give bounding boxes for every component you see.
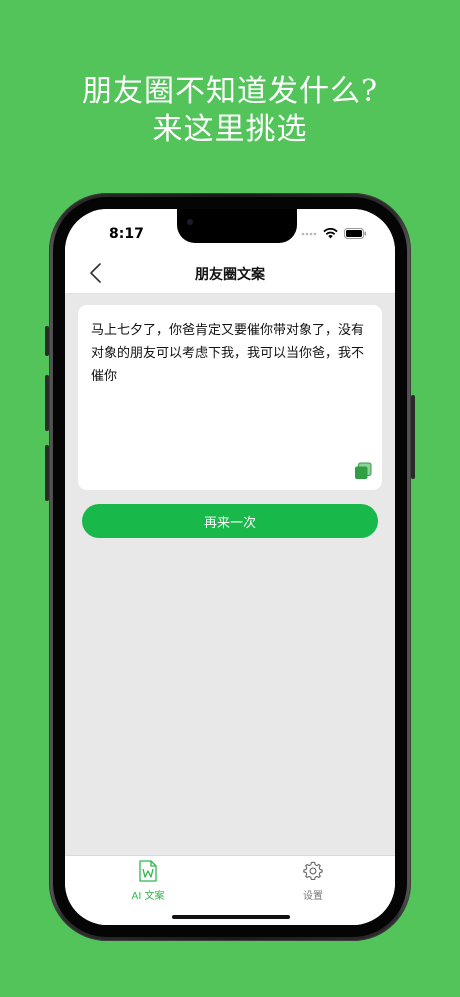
tab-label-ai: AI 文案 — [131, 891, 165, 902]
power-button — [411, 395, 415, 479]
tab-settings[interactable]: 设置 — [273, 860, 353, 902]
copywriting-text: 马上七夕了，你爸肯定又要催你带对象了，没有对象的朋友可以考虑下我，我可以当你爸，… — [91, 323, 365, 384]
copy-icon[interactable] — [354, 462, 372, 480]
mute-switch — [45, 326, 49, 356]
front-camera — [187, 219, 193, 225]
phone-screen: 8:17 朋友圈文案 马上七夕了，你爸肯定又要催你带对象了，没有对象的朋友可以考… — [65, 209, 395, 925]
home-indicator — [172, 915, 290, 919]
status-icons — [301, 228, 367, 239]
tab-bar: AI 文案 设置 — [65, 855, 395, 925]
promo-headline-2: 来这里挑选 — [152, 112, 308, 147]
page-title: 朋友圈文案 — [195, 267, 265, 283]
status-time: 8:17 — [109, 226, 144, 242]
camera-notch — [177, 209, 297, 243]
navigation-bar: 朋友圈文案 — [65, 253, 395, 294]
battery-icon — [344, 228, 366, 239]
tab-ai-copywriting[interactable]: AI 文案 — [108, 860, 188, 902]
volume-down-button — [45, 445, 49, 501]
tab-label-settings: 设置 — [303, 891, 323, 902]
wifi-icon — [323, 228, 338, 239]
volume-up-button — [45, 375, 49, 431]
gear-icon — [303, 861, 323, 880]
document-w-icon — [139, 860, 157, 882]
signal-icon — [301, 232, 317, 235]
copywriting-card: 马上七夕了，你爸肯定又要催你带对象了，没有对象的朋友可以考虑下我，我可以当你爸，… — [78, 305, 382, 490]
regenerate-button[interactable]: 再来一次 — [82, 504, 378, 538]
